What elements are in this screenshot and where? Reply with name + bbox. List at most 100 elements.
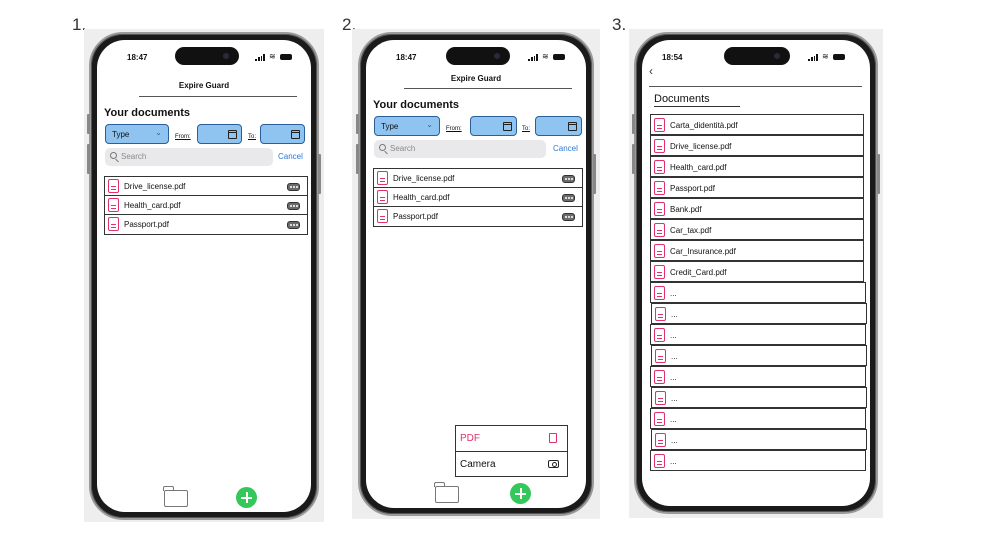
pdf-file-icon bbox=[655, 391, 666, 405]
add-camera-label: Camera bbox=[460, 459, 496, 470]
folder-icon[interactable] bbox=[434, 482, 459, 503]
list-item[interactable]: ... bbox=[651, 429, 867, 450]
status-time: 18:47 bbox=[127, 53, 148, 62]
list-item[interactable]: ... bbox=[650, 450, 866, 471]
list-item[interactable]: ... bbox=[650, 366, 866, 387]
file-name: ... bbox=[671, 394, 678, 403]
file-name: Drive_license.pdf bbox=[670, 142, 732, 151]
document-row[interactable]: Health_card.pdf bbox=[374, 188, 582, 207]
signal-icon bbox=[255, 53, 265, 61]
add-pdf-option[interactable]: PDF bbox=[456, 426, 567, 451]
search-placeholder: Search bbox=[121, 152, 147, 161]
from-date-field[interactable] bbox=[470, 116, 517, 136]
pdf-file-icon bbox=[654, 223, 665, 237]
document-name: Drive_license.pdf bbox=[124, 182, 186, 191]
signal-icon bbox=[528, 53, 538, 61]
type-dropdown[interactable]: Type ⌄ bbox=[374, 116, 440, 136]
search-icon bbox=[110, 152, 117, 159]
list-item[interactable]: ... bbox=[651, 303, 867, 324]
list-item[interactable]: Credit_Card.pdf bbox=[650, 261, 864, 282]
pdf-file-icon bbox=[654, 202, 665, 216]
search-input[interactable]: Search bbox=[374, 140, 546, 158]
pdf-file-icon bbox=[654, 412, 665, 426]
document-row[interactable]: Drive_license.pdf bbox=[105, 177, 307, 196]
list-item[interactable]: Car_tax.pdf bbox=[650, 219, 864, 240]
from-date-field[interactable] bbox=[197, 124, 242, 144]
pdf-file-icon bbox=[654, 454, 665, 468]
more-options-icon[interactable] bbox=[287, 202, 300, 210]
more-options-icon[interactable] bbox=[287, 183, 300, 191]
list-item[interactable]: Car_Insurance.pdf bbox=[650, 240, 864, 261]
add-menu-popup: PDF Camera bbox=[455, 425, 568, 477]
pdf-file-icon bbox=[654, 181, 665, 195]
more-options-icon[interactable] bbox=[562, 194, 575, 202]
dynamic-island bbox=[175, 47, 239, 65]
file-name: ... bbox=[670, 415, 677, 424]
status-icons: ≋ bbox=[255, 53, 292, 61]
list-item[interactable]: Drive_license.pdf bbox=[650, 135, 864, 156]
pdf-file-icon bbox=[654, 139, 665, 153]
search-placeholder: Search bbox=[390, 144, 416, 153]
more-options-icon[interactable] bbox=[562, 213, 575, 221]
signal-icon bbox=[808, 53, 818, 61]
list-item[interactable]: ... bbox=[650, 324, 866, 345]
wifi-icon: ≋ bbox=[269, 52, 276, 61]
calendar-icon bbox=[291, 130, 300, 139]
document-name: Drive_license.pdf bbox=[393, 174, 455, 183]
pdf-file-icon bbox=[654, 244, 665, 258]
title-divider bbox=[139, 96, 297, 97]
file-name: ... bbox=[670, 373, 677, 382]
list-item[interactable]: Carta_didentità.pdf bbox=[650, 114, 864, 135]
file-name: Credit_Card.pdf bbox=[670, 268, 727, 277]
file-name: ... bbox=[670, 331, 677, 340]
status-icons: ≋ bbox=[808, 53, 845, 61]
add-document-button[interactable] bbox=[510, 483, 531, 504]
list-item[interactable]: Bank.pdf bbox=[650, 198, 864, 219]
title-divider bbox=[649, 86, 862, 87]
search-input[interactable]: Search bbox=[105, 148, 273, 166]
list-item[interactable]: ... bbox=[651, 387, 867, 408]
add-document-button[interactable] bbox=[236, 487, 257, 508]
pdf-file-icon bbox=[377, 209, 388, 223]
pdf-file-icon bbox=[377, 171, 388, 185]
battery-icon bbox=[552, 54, 565, 60]
pdf-file-icon bbox=[654, 286, 665, 300]
from-label: From: bbox=[446, 126, 462, 132]
document-row[interactable]: Passport.pdf bbox=[105, 215, 307, 234]
pdf-file-icon bbox=[654, 265, 665, 279]
add-camera-option[interactable]: Camera bbox=[456, 451, 567, 476]
list-item[interactable]: ... bbox=[650, 282, 866, 303]
to-date-field[interactable] bbox=[535, 116, 582, 136]
list-item[interactable]: ... bbox=[651, 345, 867, 366]
cancel-button[interactable]: Cancel bbox=[278, 152, 303, 161]
cancel-button[interactable]: Cancel bbox=[553, 144, 578, 153]
title-divider bbox=[404, 88, 572, 89]
phone-screen-2: 18:47 ≋ Expire Guard Your documents Type… bbox=[366, 40, 586, 508]
type-dropdown[interactable]: Type ⌄ bbox=[105, 124, 169, 144]
list-item[interactable]: ... bbox=[650, 408, 866, 429]
camera-icon bbox=[548, 460, 559, 468]
list-item[interactable]: Health_card.pdf bbox=[650, 156, 864, 177]
search-icon bbox=[379, 144, 386, 151]
folder-icon[interactable] bbox=[163, 486, 188, 507]
more-options-icon[interactable] bbox=[562, 175, 575, 183]
list-item[interactable]: Passport.pdf bbox=[650, 177, 864, 198]
step-number-3: 3. bbox=[612, 15, 627, 34]
file-name: ... bbox=[671, 436, 678, 445]
calendar-icon bbox=[228, 130, 237, 139]
to-date-field[interactable] bbox=[260, 124, 305, 144]
document-row[interactable]: Health_card.pdf bbox=[105, 196, 307, 215]
document-name: Health_card.pdf bbox=[393, 193, 450, 202]
document-list: Drive_license.pdf Health_card.pdf Passpo… bbox=[104, 176, 308, 235]
pdf-file-icon bbox=[654, 118, 665, 132]
document-row[interactable]: Drive_license.pdf bbox=[374, 169, 582, 188]
pdf-file-icon bbox=[377, 190, 388, 204]
back-chevron-icon[interactable]: ‹ bbox=[649, 64, 653, 78]
document-row[interactable]: Passport.pdf bbox=[374, 207, 582, 226]
phone-screen-3: 18:54 ≋ ‹ Documents Carta_didentità.pdf … bbox=[642, 40, 870, 506]
dynamic-island bbox=[446, 47, 510, 65]
app-title: Expire Guard bbox=[178, 81, 230, 90]
file-name: Car_tax.pdf bbox=[670, 226, 712, 235]
more-options-icon[interactable] bbox=[287, 221, 300, 229]
file-name: ... bbox=[671, 310, 678, 319]
